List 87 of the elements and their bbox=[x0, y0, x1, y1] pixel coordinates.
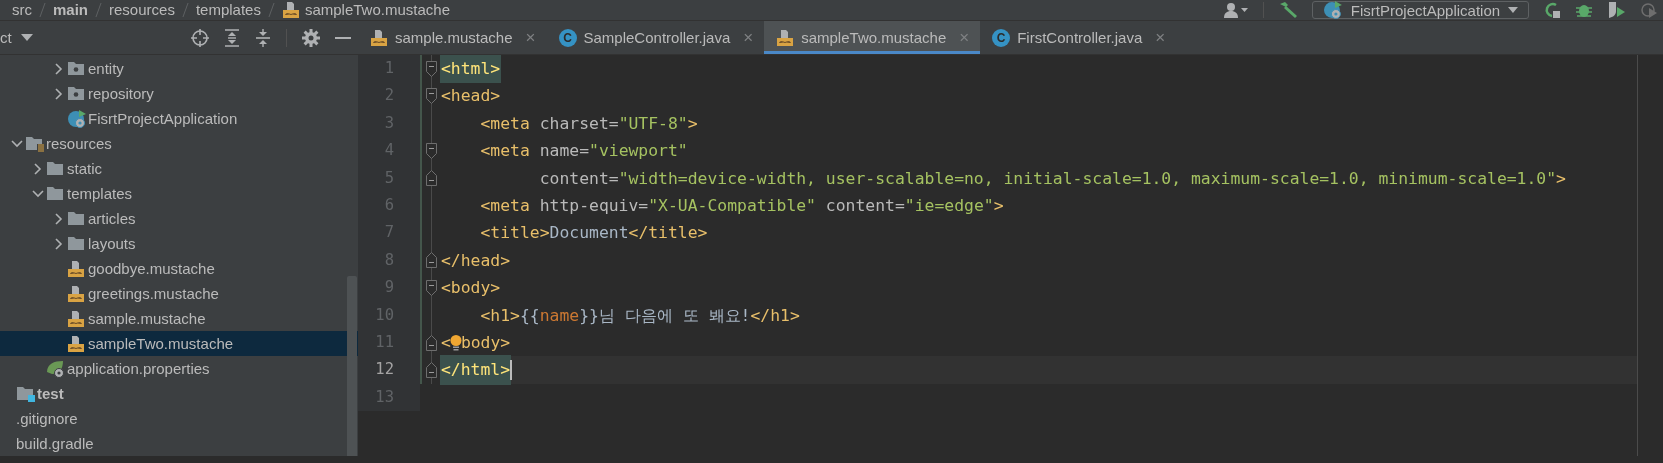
caret-icon bbox=[1508, 7, 1518, 13]
code-line: <h1>{{name}}님 다음에 또 봬요!</h1> bbox=[479, 304, 800, 327]
mustache-file-icon bbox=[281, 2, 300, 18]
code-line: < bbox=[441, 331, 451, 354]
tree-item[interactable]: test bbox=[0, 381, 358, 406]
text-cursor bbox=[510, 360, 513, 380]
lightbulb-icon[interactable] bbox=[449, 333, 462, 352]
run-config-dropdown[interactable]: FisrtProjectApplication bbox=[1312, 1, 1529, 19]
caret-icon bbox=[20, 34, 33, 41]
chevron-right-icon[interactable] bbox=[55, 62, 63, 75]
code-line: </head> bbox=[441, 249, 511, 272]
rerun-icon[interactable] bbox=[1543, 1, 1561, 19]
folder-icon bbox=[46, 161, 64, 176]
mustache-file-icon bbox=[370, 29, 388, 46]
code-line: <meta charset="UTF-8"> bbox=[479, 112, 698, 135]
fold-marker-icon[interactable] bbox=[426, 362, 437, 378]
chevron-right-icon[interactable] bbox=[55, 237, 63, 250]
tree-item[interactable]: sample.mustache bbox=[0, 306, 358, 331]
fold-marker-icon[interactable] bbox=[426, 279, 437, 296]
mustache-file-icon bbox=[776, 29, 795, 46]
fold-marker-icon[interactable] bbox=[426, 60, 437, 77]
class-icon: C bbox=[992, 28, 1011, 47]
editor-tab[interactable]: sampleTwo.mustache × bbox=[764, 21, 981, 54]
tree-item[interactable]: repository bbox=[0, 81, 358, 106]
tree-item[interactable]: build.gradle bbox=[0, 431, 358, 456]
tree-item[interactable]: goodbye.mustache bbox=[0, 256, 358, 281]
breadcrumb-item[interactable]: sampleTwo.mustache bbox=[281, 0, 450, 20]
breadcrumb-item[interactable]: main bbox=[53, 0, 88, 20]
spring-app-icon bbox=[1323, 0, 1343, 20]
tree-item[interactable]: application.properties bbox=[0, 356, 358, 381]
test-folder-icon bbox=[16, 385, 36, 402]
fold-marker-icon[interactable] bbox=[426, 142, 437, 159]
spring-properties-icon bbox=[46, 359, 66, 378]
code-line: <head> bbox=[441, 85, 501, 108]
settings-icon[interactable] bbox=[302, 28, 320, 47]
chevron-right-icon[interactable] bbox=[34, 162, 42, 175]
folder-icon bbox=[46, 186, 64, 201]
fold-marker-icon[interactable] bbox=[426, 88, 437, 105]
mustache-file-icon bbox=[67, 335, 85, 352]
fold-marker-icon[interactable] bbox=[426, 252, 437, 269]
tree-item[interactable]: greetings.mustache bbox=[0, 281, 358, 306]
tree-item[interactable]: resources bbox=[0, 131, 358, 156]
tree-item[interactable]: FisrtProjectApplication bbox=[0, 106, 358, 131]
scrollbar-thumb[interactable] bbox=[347, 276, 357, 456]
tree-item[interactable]: templates bbox=[0, 181, 358, 206]
shield-play-icon[interactable] bbox=[1607, 1, 1627, 19]
code-line: <meta name="viewport" bbox=[479, 140, 688, 163]
package-icon bbox=[67, 61, 85, 76]
mustache-file-icon bbox=[67, 260, 85, 277]
code-line: <title>Document</title> bbox=[479, 222, 708, 245]
code-line: <meta http-equiv="X-UA-Compatible" content="ie=edge"> bbox=[479, 194, 1004, 217]
code-line: body> bbox=[460, 331, 511, 354]
editor-tab[interactable]: sample.mustache × bbox=[358, 21, 547, 54]
tree-item[interactable]: articles bbox=[0, 206, 358, 231]
tree-item[interactable]: static bbox=[0, 156, 358, 181]
mustache-file-icon bbox=[67, 310, 85, 327]
fold-marker-icon[interactable] bbox=[426, 334, 437, 351]
editor-tab[interactable]: C FirstController.java × bbox=[980, 21, 1177, 54]
collapse-all-icon[interactable] bbox=[255, 28, 271, 47]
breadcrumb-item[interactable]: src bbox=[12, 0, 32, 20]
tree-item[interactable]: layouts bbox=[0, 231, 358, 256]
chevron-right-icon[interactable] bbox=[55, 87, 63, 100]
class-icon: C bbox=[558, 28, 577, 47]
tree-item[interactable]: entity bbox=[0, 56, 358, 81]
user-icon[interactable] bbox=[1223, 2, 1249, 18]
folder-icon bbox=[67, 211, 85, 226]
project-view-dropdown[interactable]: ct bbox=[0, 27, 191, 48]
code-line: <body> bbox=[441, 277, 501, 300]
mustache-file-icon bbox=[67, 285, 85, 302]
package-icon bbox=[67, 86, 85, 101]
chevron-down-icon[interactable] bbox=[11, 139, 23, 148]
expand-all-icon[interactable] bbox=[224, 28, 240, 47]
tree-item[interactable]: sampleTwo.mustache bbox=[0, 331, 358, 356]
breadcrumb-item[interactable]: templates bbox=[195, 0, 261, 20]
spring-app-icon bbox=[67, 108, 87, 129]
editor-tab[interactable]: C SampleController.java × bbox=[546, 21, 765, 54]
resource-folder-icon bbox=[25, 135, 45, 152]
code-line: content="width=device-width, user-scalable=no, initial-scale=1.0, maximum-scale=1.0, minimum-scale=1.0"> bbox=[538, 167, 1566, 190]
hammer-icon[interactable] bbox=[1278, 1, 1298, 19]
tree-item[interactable]: .gitignore bbox=[0, 406, 358, 431]
breadcrumb-item[interactable]: resources bbox=[109, 0, 175, 20]
line-number: 12 bbox=[358, 356, 420, 384]
folder-icon bbox=[67, 236, 85, 251]
crosshair-icon[interactable] bbox=[191, 28, 209, 47]
chevron-right-icon[interactable] bbox=[55, 212, 63, 225]
chevron-down-icon[interactable] bbox=[32, 189, 44, 198]
fold-marker-icon[interactable] bbox=[426, 170, 437, 187]
